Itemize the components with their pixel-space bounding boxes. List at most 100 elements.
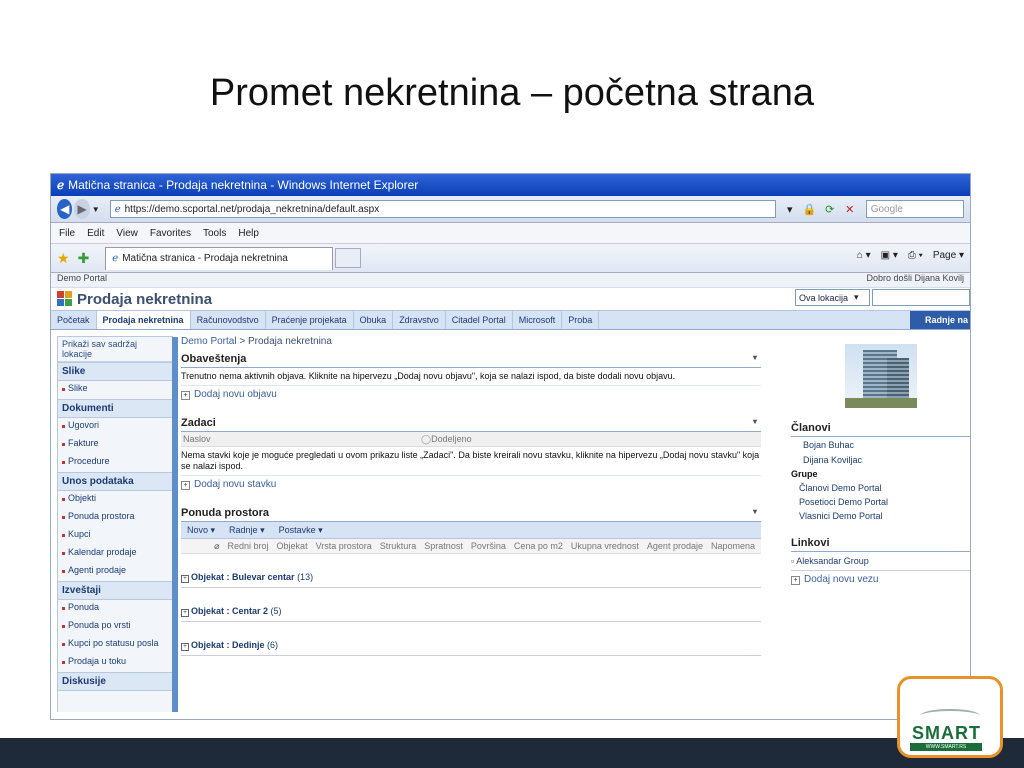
add-link-button[interactable]: + Dodaj novu vezu	[791, 571, 970, 588]
ql-section-diskusije[interactable]: Diskusije	[58, 672, 172, 691]
ql-item-kupci[interactable]: Kupci	[58, 527, 172, 545]
announcements-title[interactable]: Obaveštenja ▾	[181, 353, 761, 368]
add-announcement-link[interactable]: + Dodaj novu objavu	[181, 385, 761, 403]
column-vrsta-prostora[interactable]: Vrsta prostora	[316, 541, 372, 551]
favorites-star-icon[interactable]: ★	[57, 250, 70, 267]
webpart-menu-icon[interactable]: ▾	[753, 507, 757, 516]
nav-obuka[interactable]: Obuka	[354, 311, 394, 329]
ql-item-procedure[interactable]: Procedure	[58, 454, 172, 472]
browser-tab[interactable]: ℯ Matična stranica - Prodaja nekretnina	[105, 246, 334, 270]
member-link[interactable]: Dijana Koviljac	[791, 452, 970, 467]
menu-file[interactable]: File	[59, 228, 75, 239]
nav-pracenje-projekata[interactable]: Praćenje projekata	[266, 311, 354, 329]
webpart-menu-icon[interactable]: ▾	[753, 417, 757, 426]
column-objekat[interactable]: Objekat	[277, 541, 308, 551]
feeds-icon[interactable]: ▣ ▾	[881, 250, 898, 261]
slide-title: Promet nekretnina – početna strana	[209, 72, 815, 114]
webpart-menu-icon[interactable]: ▾	[753, 353, 757, 362]
search-input[interactable]: Google	[865, 200, 965, 218]
toolbar-settings[interactable]: Postavke ▾	[279, 525, 323, 536]
group-label: Objekat : Dedinje	[191, 640, 265, 650]
column-naslov[interactable]: Naslov	[183, 434, 211, 444]
column-dodeljeno[interactable]: ◯Dodeljeno	[421, 434, 472, 445]
group-link[interactable]: Članovi Demo Portal	[791, 481, 970, 495]
add-task-link[interactable]: + Dodaj novu stavku	[181, 475, 761, 493]
expand-icon[interactable]: +	[181, 575, 189, 583]
page-menu[interactable]: Page ▾	[933, 250, 964, 261]
lock-icon[interactable]: 🔒	[802, 201, 818, 217]
nav-zdravstvo[interactable]: Zdravstvo	[393, 311, 446, 329]
group-row[interactable]: + Objekat : Dedinje (6)	[181, 634, 761, 656]
toolbar-new[interactable]: Novo ▾	[187, 525, 215, 536]
menu-edit[interactable]: Edit	[87, 228, 104, 239]
ql-item-slike[interactable]: Slike	[58, 381, 172, 399]
group-link[interactable]: Vlasnici Demo Portal	[791, 509, 970, 523]
ql-section-slike[interactable]: Slike	[58, 362, 172, 381]
link-item[interactable]: ▫ Aleksandar Group	[791, 552, 970, 571]
member-link[interactable]: Bojan Buhac	[791, 437, 970, 452]
offer-title-text: Ponuda prostora	[181, 507, 270, 519]
nav-microsoft[interactable]: Microsoft	[513, 311, 563, 329]
column-spratnost[interactable]: Spratnost	[424, 541, 463, 551]
breadcrumb-root[interactable]: Demo Portal	[181, 336, 237, 347]
column-napomena[interactable]: Napomena	[711, 541, 755, 551]
toolbar-actions[interactable]: Radnje ▾	[229, 525, 265, 536]
portal-top-strip: Demo Portal Dobro došli Dijana Kovilj	[51, 273, 970, 288]
column-struktura[interactable]: Struktura	[380, 541, 417, 551]
ql-item-ponuda-po-vrsti[interactable]: Ponuda po vrsti	[58, 618, 172, 636]
nav-prodaja-nekretnina[interactable]: Prodaja nekretnina	[96, 311, 191, 329]
url-input[interactable]: ℯ https://demo.scportal.net/prodaja_nekr…	[109, 200, 776, 218]
ql-item-ponuda-prostora[interactable]: Ponuda prostora	[58, 509, 172, 527]
main-content: Demo Portal > Prodaja nekretnina Obavešt…	[181, 336, 761, 656]
site-search-input[interactable]	[872, 289, 970, 306]
welcome-menu[interactable]: Dobro došli Dijana Kovilj	[866, 273, 964, 287]
ql-item-ugovori[interactable]: Ugovori	[58, 418, 172, 436]
nav-pocetak[interactable]: Početak	[51, 311, 97, 329]
nav-citadel-portal[interactable]: Citadel Portal	[446, 311, 513, 329]
menu-help[interactable]: Help	[238, 228, 259, 239]
forward-icon[interactable]: ▶	[74, 199, 90, 219]
ql-item-objekti[interactable]: Objekti	[58, 491, 172, 509]
history-dropdown-icon[interactable]: ▼	[92, 205, 100, 214]
stop-icon[interactable]: ✕	[842, 201, 858, 217]
home-icon[interactable]: ⌂ ▾	[857, 250, 871, 261]
menu-tools[interactable]: Tools	[203, 228, 226, 239]
ql-item-ponuda[interactable]: Ponuda	[58, 600, 172, 618]
view-all-content-link[interactable]: Prikaži sav sadržaj lokacije	[58, 337, 172, 362]
nav-racunovodstvo[interactable]: Računovodstvo	[191, 311, 266, 329]
nav-proba[interactable]: Proba	[562, 311, 600, 329]
group-link[interactable]: Posetioci Demo Portal	[791, 495, 970, 509]
search-scope-select[interactable]: Ova lokacija ▾	[795, 289, 870, 306]
column-agent-prodaje[interactable]: Agent prodaje	[647, 541, 703, 551]
expand-icon[interactable]: +	[181, 643, 189, 651]
back-icon[interactable]: ◀	[57, 199, 73, 219]
column-povrsina[interactable]: Površina	[471, 541, 506, 551]
menu-favorites[interactable]: Favorites	[150, 228, 191, 239]
ql-section-dokumenti[interactable]: Dokumenti	[58, 399, 172, 418]
portal-root-link[interactable]: Demo Portal	[57, 273, 107, 287]
new-tab-button[interactable]	[335, 248, 362, 268]
tab-label: Matična stranica - Prodaja nekretnina	[122, 253, 288, 264]
menu-view[interactable]: View	[116, 228, 138, 239]
ql-item-agenti-prodaje[interactable]: Agenti prodaje	[58, 563, 172, 581]
column-ukupna-vrednost[interactable]: Ukupna vrednost	[571, 541, 639, 551]
ql-item-kalendar-prodaje[interactable]: Kalendar prodaje	[58, 545, 172, 563]
ql-section-izvestaji[interactable]: Izveštaji	[58, 581, 172, 600]
column-redni-broj[interactable]: Redni broj	[228, 541, 269, 551]
ql-item-fakture[interactable]: Fakture	[58, 436, 172, 454]
refresh-icon[interactable]: ⟳	[822, 201, 838, 217]
ql-section-unos-podataka[interactable]: Unos podataka	[58, 472, 172, 491]
tasks-title[interactable]: Zadaci ▾	[181, 417, 761, 432]
expand-icon[interactable]: +	[181, 609, 189, 617]
column-cena-po-m2[interactable]: Cena po m2	[514, 541, 563, 551]
group-row[interactable]: + Objekat : Bulevar centar (13)	[181, 566, 761, 588]
print-icon[interactable]: ⎙ ▾	[908, 250, 923, 261]
add-favorites-icon[interactable]: ✚	[78, 250, 90, 267]
offer-title[interactable]: Ponuda prostora ▾	[181, 507, 761, 522]
group-row[interactable]: + Objekat : Centar 2 (5)	[181, 600, 761, 622]
ql-item-kupci-po-statusu[interactable]: Kupci po statusu posla	[58, 636, 172, 654]
url-dropdown-icon[interactable]: ▾	[782, 201, 798, 217]
site-actions-button[interactable]: Radnje na	[910, 311, 970, 329]
attachment-icon[interactable]: ⌀	[214, 541, 219, 552]
ql-item-prodaja-u-toku[interactable]: Prodaja u toku	[58, 654, 172, 672]
